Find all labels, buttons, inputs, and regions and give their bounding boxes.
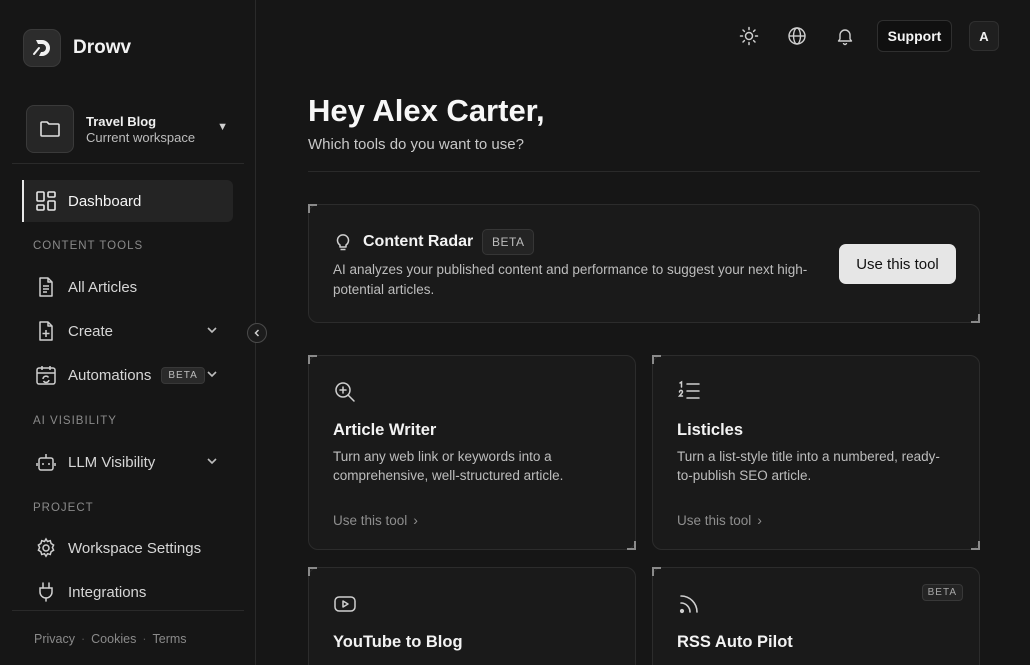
- youtube-icon: [333, 592, 357, 616]
- corner-bracket: [308, 567, 317, 576]
- section-ai-visibility: AI VISIBILITY: [33, 415, 117, 427]
- corner-bracket: [971, 541, 980, 550]
- avatar[interactable]: A: [969, 21, 999, 51]
- tool-title: Article Writer: [333, 421, 437, 439]
- tool-title: Listicles: [677, 421, 744, 439]
- privacy-link[interactable]: Privacy: [34, 632, 75, 646]
- chevron-left-icon: [254, 329, 260, 337]
- tool-card-rss-auto-pilot[interactable]: BETA RSS Auto Pilot: [652, 567, 980, 665]
- file-plus-icon: [34, 319, 58, 343]
- numbered-list-icon: [677, 380, 701, 404]
- sidebar-item-dashboard[interactable]: Dashboard: [22, 180, 233, 222]
- dashboard-icon: [34, 189, 58, 213]
- calendar-sync-icon: [34, 363, 58, 387]
- cookies-link[interactable]: Cookies: [91, 632, 136, 646]
- lightbulb-icon: [333, 232, 353, 257]
- sidebar-item-label: All Articles: [68, 278, 138, 296]
- caret-down-icon: ▼: [217, 121, 228, 133]
- sidebar-item-label: Automations: [68, 366, 152, 384]
- content-radar-title: Content Radar: [363, 233, 474, 250]
- corner-bracket: [971, 314, 980, 323]
- sidebar-item-label: Integrations: [68, 583, 147, 601]
- sidebar-item-all-articles[interactable]: All Articles: [22, 266, 233, 308]
- support-button[interactable]: Support: [877, 20, 952, 52]
- footer-separator: ·: [80, 632, 86, 646]
- main-divider: [308, 171, 980, 172]
- chevron-down-icon: [205, 367, 219, 385]
- content-radar-description: AI analyzes your published content and p…: [333, 262, 808, 297]
- corner-bracket: [308, 204, 317, 213]
- footer-separator: ·: [142, 632, 147, 646]
- sidebar-item-label: Dashboard: [68, 192, 142, 210]
- sidebar-divider: [12, 163, 244, 164]
- sidebar-item-label: Create: [68, 322, 114, 340]
- sidebar-footer-divider: [12, 610, 244, 611]
- sidebar-item-llm-visibility[interactable]: LLM Visibility: [22, 441, 233, 483]
- plug-icon: [34, 580, 58, 604]
- use-tool-link-label: Use this tool: [677, 512, 752, 528]
- bot-icon: [34, 450, 58, 474]
- chevron-down-icon: [205, 323, 219, 341]
- tool-card-listicles[interactable]: Listicles Turn a list-style title into a…: [652, 355, 980, 550]
- brand[interactable]: Drowv: [23, 29, 131, 67]
- sidebar-item-integrations[interactable]: Integrations: [22, 571, 233, 613]
- brand-name: Drowv: [73, 37, 132, 58]
- tool-title: RSS Auto Pilot: [677, 633, 793, 651]
- use-tool-link-label: Use this tool: [333, 512, 408, 528]
- beta-badge: BETA: [161, 366, 205, 384]
- page-title: Hey Alex Carter,: [308, 93, 545, 128]
- chevron-right-icon: ›: [413, 512, 418, 528]
- corner-bracket: [652, 355, 661, 364]
- corner-bracket: [627, 541, 636, 550]
- corner-bracket: [308, 355, 317, 364]
- corner-bracket: [652, 567, 661, 576]
- document-icon: [34, 275, 58, 299]
- tool-description: Turn a list-style title into a numbered,…: [677, 449, 940, 483]
- content-radar-card: Content Radar BETA AI analyzes your publ…: [308, 204, 980, 323]
- section-project: PROJECT: [33, 502, 94, 514]
- chevron-down-icon: [205, 454, 219, 472]
- tool-description: Turn any web link or keywords into a com…: [333, 449, 564, 483]
- sidebar-item-create[interactable]: Create: [22, 310, 233, 352]
- workspace-subtitle: Current workspace: [86, 129, 196, 145]
- magnifier-plus-icon: [333, 380, 357, 404]
- sidebar-item-workspace-settings[interactable]: Workspace Settings: [22, 527, 233, 569]
- workspace-name: Travel Blog: [86, 113, 157, 129]
- use-tool-link[interactable]: Use this tool ›: [333, 512, 418, 528]
- workspace-switcher[interactable]: Travel Blog Current workspace ▼: [26, 105, 236, 153]
- rss-icon: [677, 592, 701, 616]
- globe-icon[interactable]: [785, 24, 809, 48]
- bell-icon[interactable]: [833, 24, 857, 48]
- collapse-sidebar-button[interactable]: [247, 323, 267, 343]
- drowv-logo-icon: [23, 29, 61, 67]
- tool-title: YouTube to Blog: [333, 633, 463, 651]
- gear-icon: [34, 536, 58, 560]
- beta-badge: BETA: [921, 584, 963, 601]
- chevron-right-icon: ›: [757, 512, 762, 528]
- sidebar-item-label: Workspace Settings: [68, 539, 202, 557]
- footer-links: Privacy · Cookies · Terms: [34, 632, 187, 646]
- sidebar: Drowv Travel Blog Current workspace ▼ Da…: [0, 0, 256, 665]
- beta-badge: BETA: [482, 229, 535, 255]
- sidebar-item-automations[interactable]: Automations BETA: [22, 354, 233, 396]
- use-content-radar-button[interactable]: Use this tool: [839, 244, 956, 284]
- use-tool-link[interactable]: Use this tool ›: [677, 512, 762, 528]
- sidebar-item-label: LLM Visibility: [68, 453, 156, 471]
- section-content-tools: CONTENT TOOLS: [33, 240, 144, 252]
- tool-card-article-writer[interactable]: Article Writer Turn any web link or keyw…: [308, 355, 636, 550]
- folder-icon: [26, 105, 74, 153]
- theme-toggle-sun-icon[interactable]: [737, 24, 761, 48]
- page-subtitle: Which tools do you want to use?: [308, 136, 524, 153]
- tool-card-youtube-to-blog[interactable]: YouTube to Blog: [308, 567, 636, 665]
- terms-link[interactable]: Terms: [153, 632, 187, 646]
